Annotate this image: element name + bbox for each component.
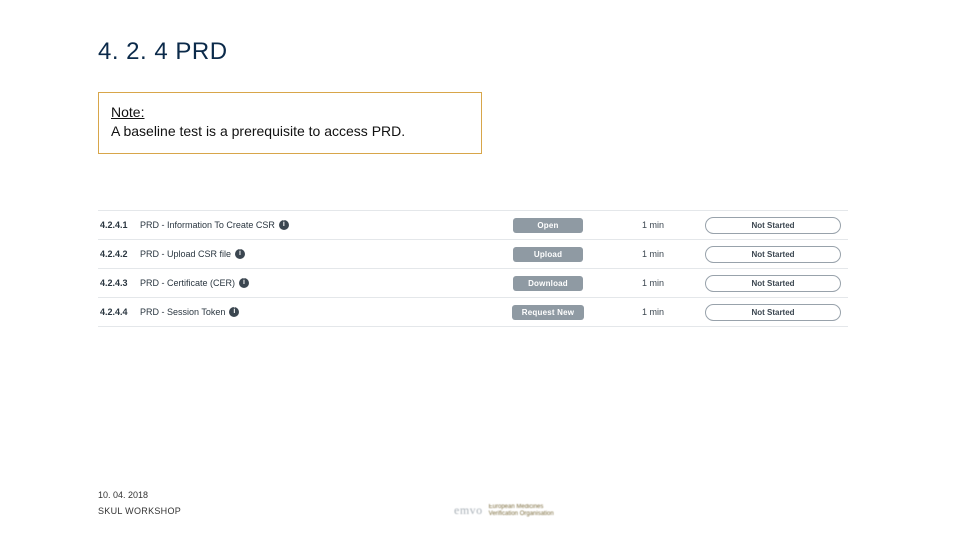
info-icon[interactable]: i — [229, 307, 239, 317]
info-icon[interactable]: i — [239, 278, 249, 288]
download-button[interactable]: Download — [513, 276, 583, 291]
request-new-button[interactable]: Request New — [512, 305, 584, 320]
row-time: 1 min — [608, 307, 698, 317]
note-box: Note: A baseline test is a prerequisite … — [98, 92, 482, 154]
row-name-text: PRD - Session Token — [140, 307, 225, 317]
row-status-cell: Not Started — [698, 246, 848, 263]
row-name-text: PRD - Certificate (CER) — [140, 278, 235, 288]
row-action-cell: Upload — [488, 247, 608, 262]
upload-button[interactable]: Upload — [513, 247, 583, 262]
open-button[interactable]: Open — [513, 218, 583, 233]
status-badge: Not Started — [705, 275, 841, 292]
row-name-text: PRD - Information To Create CSR — [140, 220, 275, 230]
row-name: PRD - Upload CSR file i — [140, 249, 488, 259]
row-action-cell: Open — [488, 218, 608, 233]
footer-subtitle: SKUL WORKSHOP — [98, 506, 181, 516]
footer-date: 10. 04. 2018 — [98, 490, 148, 500]
info-icon[interactable]: i — [235, 249, 245, 259]
row-status-cell: Not Started — [698, 217, 848, 234]
logo-text: European Medicines Verification Organisa… — [489, 504, 554, 517]
row-status-cell: Not Started — [698, 275, 848, 292]
row-name: PRD - Certificate (CER) i — [140, 278, 488, 288]
info-icon[interactable]: i — [279, 220, 289, 230]
status-badge: Not Started — [705, 217, 841, 234]
table-row: 4.2.4.1 PRD - Information To Create CSR … — [98, 210, 848, 239]
prd-steps-table: 4.2.4.1 PRD - Information To Create CSR … — [98, 210, 848, 327]
row-status-cell: Not Started — [698, 304, 848, 321]
row-index: 4.2.4.2 — [98, 249, 140, 259]
row-name: PRD - Session Token i — [140, 307, 488, 317]
table-row: 4.2.4.2 PRD - Upload CSR file i Upload 1… — [98, 239, 848, 268]
emvo-logo: emvo European Medicines Verification Org… — [454, 503, 554, 518]
note-text: A baseline test is a prerequisite to acc… — [111, 123, 405, 139]
table-row: 4.2.4.3 PRD - Certificate (CER) i Downlo… — [98, 268, 848, 297]
row-action-cell: Download — [488, 276, 608, 291]
status-badge: Not Started — [705, 246, 841, 263]
row-time: 1 min — [608, 249, 698, 259]
logo-mark: emvo — [454, 503, 483, 518]
row-time: 1 min — [608, 220, 698, 230]
row-index: 4.2.4.3 — [98, 278, 140, 288]
row-index: 4.2.4.4 — [98, 307, 140, 317]
row-name: PRD - Information To Create CSR i — [140, 220, 488, 230]
note-label: Note: — [111, 104, 144, 120]
row-action-cell: Request New — [488, 305, 608, 320]
status-badge: Not Started — [705, 304, 841, 321]
row-index: 4.2.4.1 — [98, 220, 140, 230]
row-name-text: PRD - Upload CSR file — [140, 249, 231, 259]
logo-line1: European Medicines — [489, 504, 554, 511]
row-time: 1 min — [608, 278, 698, 288]
table-row: 4.2.4.4 PRD - Session Token i Request Ne… — [98, 297, 848, 327]
logo-line2: Verification Organisation — [489, 511, 554, 518]
slide-title: 4. 2. 4 PRD — [98, 38, 228, 66]
